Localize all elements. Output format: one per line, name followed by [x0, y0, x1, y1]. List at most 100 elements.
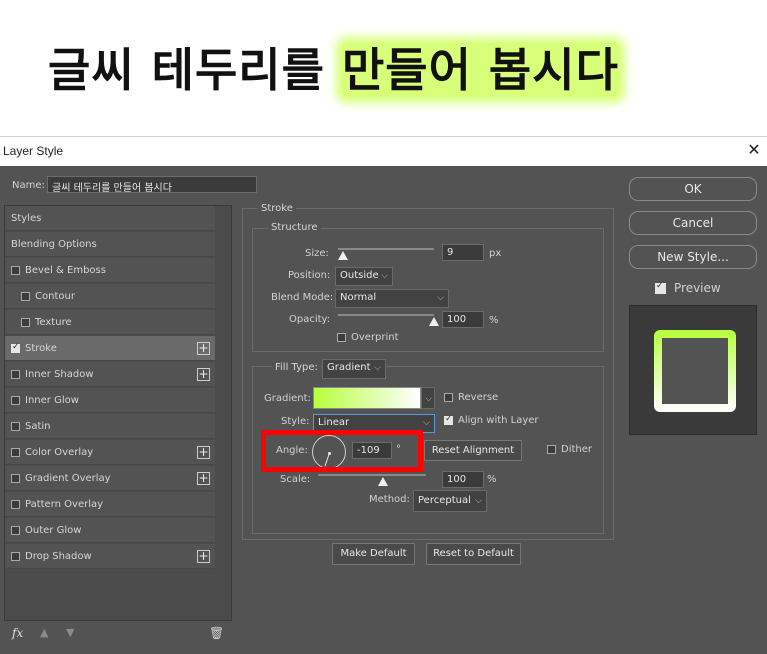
chevron-down-icon: ⌵ — [437, 293, 444, 303]
fill-type-value: Gradient — [327, 362, 371, 373]
preview-label: Preview — [674, 281, 721, 295]
preview-checkbox[interactable] — [655, 281, 666, 294]
inner-glow-checkbox[interactable] — [11, 396, 20, 405]
sidebar-item-label: Texture — [35, 317, 72, 328]
texture-checkbox[interactable] — [21, 318, 30, 327]
sidebar-item-inner-shadow[interactable]: Inner Shadow + — [5, 362, 215, 387]
sidebar-item-outer-glow[interactable]: Outer Glow — [5, 518, 215, 543]
sidebar-item-gradient-overlay[interactable]: Gradient Overlay + — [5, 466, 215, 491]
sidebar-item-label: Satin — [25, 421, 51, 432]
gradient-overlay-checkbox[interactable] — [11, 474, 20, 483]
fill-type-dropdown[interactable]: Gradient ⌵ — [322, 359, 386, 379]
chevron-down-icon: ⌵ — [475, 496, 482, 506]
position-dropdown[interactable]: Outside ⌵ — [335, 267, 393, 286]
sidebar-item-label: Outer Glow — [25, 525, 82, 536]
move-down-icon[interactable]: ▼ — [66, 626, 74, 639]
add-gradient-overlay-icon[interactable]: + — [197, 472, 210, 485]
sidebar-item-label: Blending Options — [11, 239, 97, 250]
size-slider-track[interactable] — [338, 248, 434, 250]
sidebar-item-color-overlay[interactable]: Color Overlay + — [5, 440, 215, 465]
make-default-button[interactable]: Make Default — [332, 543, 415, 565]
dither-checkbox[interactable] — [547, 445, 556, 454]
angle-highlight-box — [261, 430, 423, 472]
sidebar-item-label: Inner Shadow — [25, 369, 94, 380]
stroke-title: Stroke — [258, 203, 296, 214]
inner-shadow-checkbox[interactable] — [11, 370, 20, 379]
dialog-title: Layer Style — [3, 144, 64, 158]
ok-button[interactable]: OK — [629, 177, 757, 201]
scale-input[interactable]: 100 — [442, 471, 484, 488]
bevel-checkbox[interactable] — [11, 266, 20, 275]
blend-mode-label: Blend Mode: — [271, 292, 334, 303]
pattern-overlay-checkbox[interactable] — [11, 500, 20, 509]
opacity-label: Opacity: — [289, 314, 331, 325]
sidebar-item-label: Inner Glow — [25, 395, 79, 406]
size-unit: px — [489, 248, 502, 259]
sidebar-item-blending-options[interactable]: Blending Options — [5, 232, 215, 257]
style-label: Style: — [281, 416, 310, 427]
gradient-swatch[interactable] — [313, 387, 421, 409]
reset-to-default-button[interactable]: Reset to Default — [426, 543, 521, 565]
move-up-icon[interactable]: ▲ — [40, 626, 48, 639]
add-inner-shadow-icon[interactable]: + — [197, 368, 210, 381]
stroke-checkbox[interactable] — [11, 342, 20, 353]
add-drop-shadow-icon[interactable]: + — [197, 550, 210, 563]
sidebar-item-drop-shadow[interactable]: Drop Shadow + — [5, 544, 215, 569]
size-slider-thumb[interactable] — [337, 251, 348, 260]
banner-title-highlight: 만들어 봅시다 — [341, 43, 619, 97]
sidebar-item-label: Gradient Overlay — [25, 473, 111, 484]
satin-checkbox[interactable] — [11, 422, 20, 431]
sidebar-item-pattern-overlay[interactable]: Pattern Overlay — [5, 492, 215, 517]
method-dropdown[interactable]: Perceptual ⌵ — [413, 490, 487, 512]
scale-unit: % — [487, 474, 497, 485]
color-overlay-checkbox[interactable] — [11, 448, 20, 457]
size-input[interactable]: 9 — [442, 244, 484, 261]
name-input[interactable]: 글씨 테두리를 만들어 봅시다 — [47, 176, 257, 193]
opacity-input[interactable]: 100 — [442, 311, 484, 328]
chevron-down-icon: ⌵ — [423, 418, 430, 428]
reset-alignment-button[interactable]: Reset Alignment — [424, 440, 522, 461]
overprint-label: Overprint — [351, 332, 399, 343]
drop-shadow-checkbox[interactable] — [11, 552, 20, 561]
new-style-button[interactable]: New Style... — [629, 245, 757, 269]
sidebar-item-bevel-emboss[interactable]: Bevel & Emboss — [5, 258, 215, 283]
trash-icon[interactable]: 🗑 — [209, 626, 224, 640]
contour-checkbox[interactable] — [21, 292, 30, 301]
style-value: Linear — [318, 417, 350, 428]
reverse-checkbox[interactable] — [444, 393, 453, 402]
sidebar-item-label: Pattern Overlay — [25, 499, 104, 510]
sidebar-item-inner-glow[interactable]: Inner Glow — [5, 388, 215, 413]
align-with-layer-checkbox[interactable] — [444, 414, 453, 425]
sidebar-item-label: Color Overlay — [25, 447, 94, 458]
structure-legend: Structure — [268, 222, 321, 233]
sidebar-item-contour[interactable]: Contour — [5, 284, 215, 309]
sidebar-item-styles[interactable]: Styles — [5, 206, 215, 231]
fx-icon[interactable]: fx — [12, 626, 23, 640]
dither-label: Dither — [561, 444, 593, 455]
blend-mode-dropdown[interactable]: Normal ⌵ — [335, 289, 449, 308]
reverse-label: Reverse — [458, 392, 499, 403]
add-color-overlay-icon[interactable]: + — [197, 446, 210, 459]
size-label: Size: — [305, 248, 329, 259]
cancel-button[interactable]: Cancel — [629, 211, 757, 235]
close-button[interactable]: ✕ — [744, 140, 764, 160]
chevron-down-icon: ⌵ — [374, 363, 381, 373]
fill-type-label: Fill Type: — [272, 362, 321, 373]
sidebar-item-label: Contour — [35, 291, 75, 302]
sidebar-item-stroke[interactable]: Stroke + — [5, 336, 215, 361]
scale-slider-thumb[interactable] — [377, 477, 388, 486]
sidebar-item-label: Bevel & Emboss — [25, 265, 106, 276]
opacity-slider-thumb[interactable] — [429, 317, 439, 326]
sidebar-item-label: Stroke — [25, 343, 57, 354]
overprint-checkbox[interactable] — [337, 333, 346, 342]
sidebar-item-label: Styles — [11, 213, 42, 224]
chevron-down-icon: ⌵ — [425, 394, 432, 404]
scale-slider-track[interactable] — [318, 474, 426, 476]
add-stroke-icon[interactable]: + — [197, 342, 210, 355]
sidebar-item-texture[interactable]: Texture — [5, 310, 215, 335]
sidebar-item-satin[interactable]: Satin — [5, 414, 215, 439]
outer-glow-checkbox[interactable] — [11, 526, 20, 535]
gradient-picker-button[interactable]: ⌵ — [421, 387, 435, 409]
opacity-slider-track[interactable] — [338, 314, 434, 316]
banner-title: 글씨 테두리를 만들어 봅시다 — [48, 34, 619, 100]
